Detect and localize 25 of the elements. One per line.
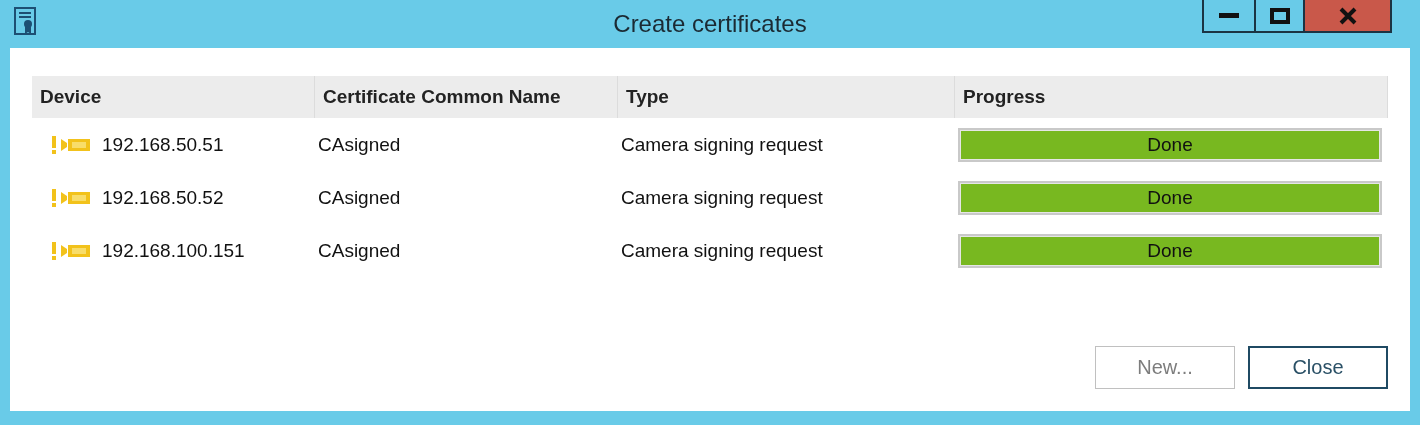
- progress-column-header[interactable]: Progress: [955, 76, 1388, 118]
- certificate-icon: [13, 6, 37, 36]
- progress-label: Done: [1146, 132, 1194, 157]
- maximize-icon: [1269, 7, 1290, 24]
- common-name-column-header[interactable]: Certificate Common Name: [315, 76, 618, 118]
- type-cell-text: Camera signing request: [620, 238, 824, 263]
- window-title: Create certificates: [613, 10, 807, 38]
- common-name-cell-text: CAsigned: [317, 185, 402, 210]
- minimize-button[interactable]: [1202, 0, 1256, 33]
- common-name-cell-text: CAsigned: [317, 238, 402, 263]
- device-address: 192.168.100.151: [102, 239, 245, 262]
- progress-label: Done: [1146, 185, 1194, 210]
- type-cell-text: Camera signing request: [620, 132, 824, 157]
- common-name-cell-text: CAsigned: [317, 132, 402, 157]
- type-column-header[interactable]: Type: [618, 76, 955, 118]
- type-cell-text: Camera signing request: [620, 185, 824, 210]
- close-button[interactable]: [1305, 0, 1392, 33]
- maximize-button[interactable]: [1256, 0, 1305, 33]
- progress-label: Done: [1146, 238, 1194, 263]
- device-column-header[interactable]: Device: [32, 76, 315, 118]
- close-button[interactable]: Close: [1248, 346, 1388, 389]
- device-address: 192.168.50.52: [102, 186, 224, 209]
- close-icon: [1337, 6, 1358, 25]
- minimize-icon: [1219, 12, 1239, 19]
- device-address: 192.168.50.51: [102, 133, 224, 156]
